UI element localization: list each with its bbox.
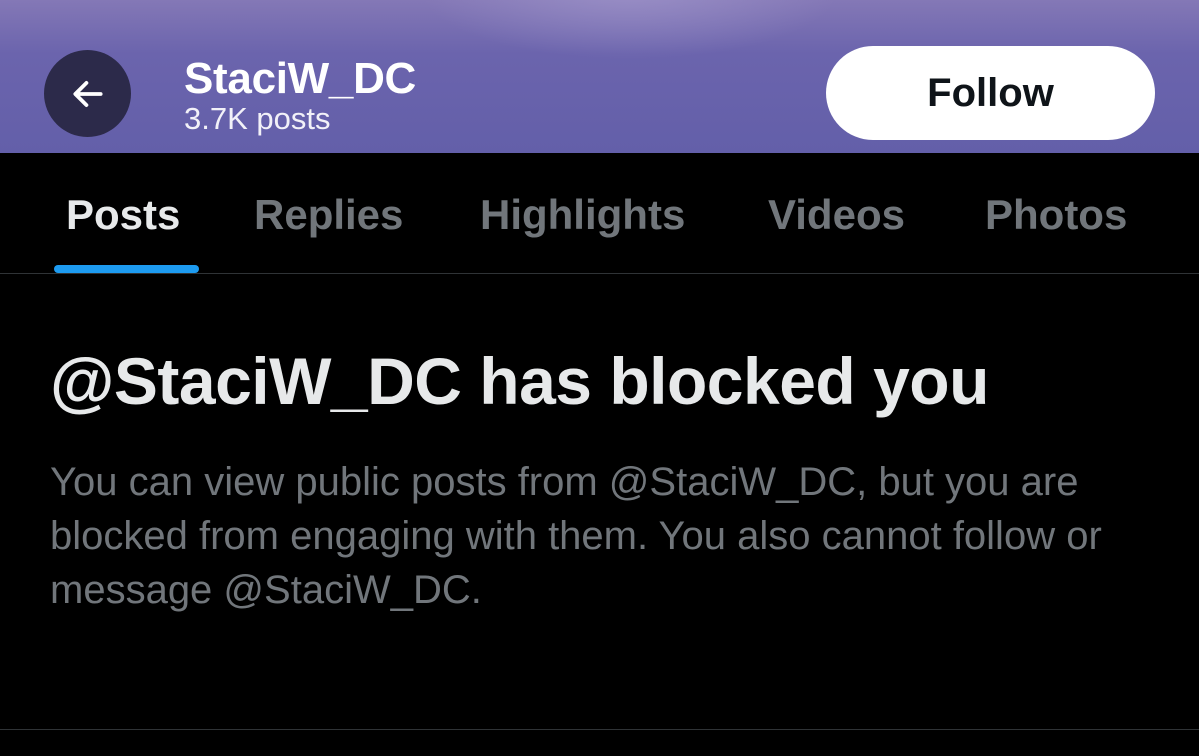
- tab-photos[interactable]: Photos: [985, 191, 1127, 239]
- tab-posts[interactable]: Posts: [66, 191, 180, 239]
- profile-name: StaciW_DC: [184, 54, 417, 103]
- post-count: 3.7K posts: [184, 101, 331, 136]
- blocked-title: @StaciW_DC has blocked you: [50, 344, 989, 418]
- back-button[interactable]: [44, 50, 131, 137]
- follow-button[interactable]: Follow: [826, 46, 1155, 140]
- header-banner-glow: [420, 0, 840, 60]
- tab-replies[interactable]: Replies: [254, 191, 403, 239]
- divider: [0, 729, 1199, 730]
- tab-videos[interactable]: Videos: [768, 191, 905, 239]
- profile-header: StaciW_DC 3.7K posts Follow: [0, 0, 1199, 153]
- blocked-description: You can view public posts from @StaciW_D…: [50, 460, 1102, 612]
- active-tab-indicator: [54, 265, 199, 273]
- arrow-left-icon: [69, 75, 107, 113]
- profile-page: StaciW_DC 3.7K posts Follow Posts Replie…: [0, 0, 1199, 756]
- profile-tabs: Posts Replies Highlights Videos Photos: [0, 153, 1199, 274]
- tab-highlights[interactable]: Highlights: [480, 191, 685, 239]
